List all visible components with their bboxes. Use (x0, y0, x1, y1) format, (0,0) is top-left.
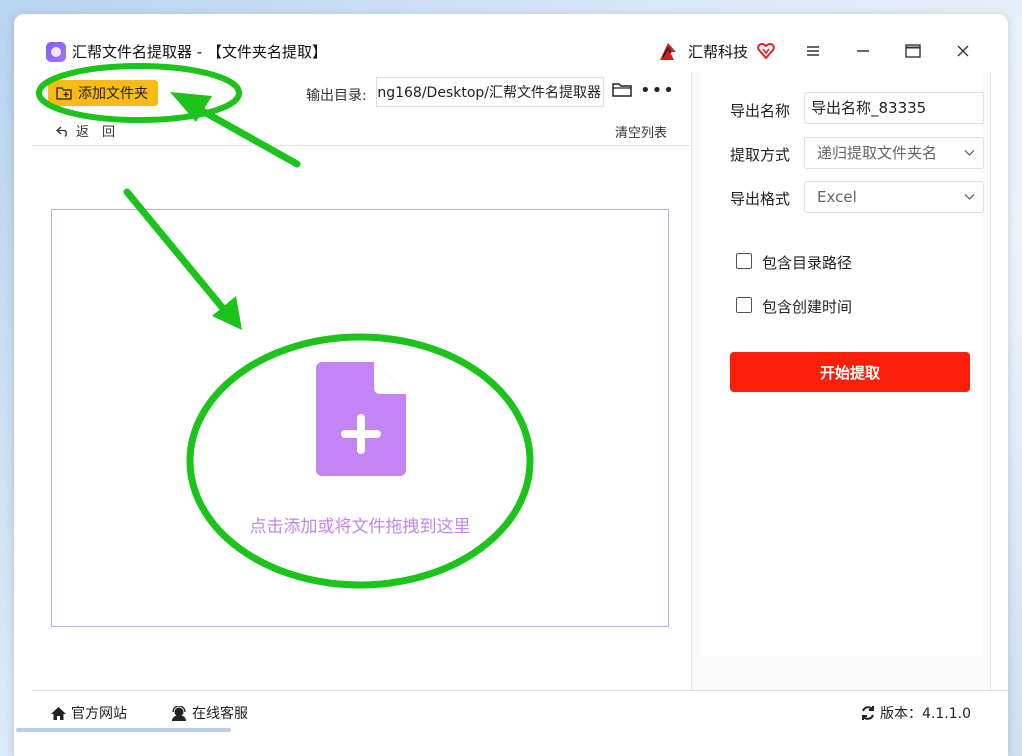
settings-panel: 导出名称 导出名称_83335 提取方式 递归提取文件夹名 导出格式 Excel… (691, 72, 991, 690)
output-dir-value: ang168/Desktop/汇帮文件名提取器 (376, 85, 601, 101)
service-label: 在线客服 (192, 706, 248, 722)
app-logo-icon (46, 42, 66, 62)
brand-logo-icon (660, 43, 676, 60)
headset-icon (172, 705, 186, 721)
version-info: 版本：4.1.1.0 (860, 703, 971, 723)
refresh-icon (862, 706, 874, 720)
include-path-label: 包含目录路径 (762, 254, 853, 272)
output-dir-field[interactable]: ang168/Desktop/汇帮文件名提取器 (376, 77, 604, 107)
version-label: 版本：4.1.1.0 (880, 706, 971, 722)
back-button[interactable]: 返 回 (56, 121, 115, 140)
export-format-select[interactable]: Excel (804, 181, 984, 213)
drop-hint: 点击添加或将文件拖拽到这里 (249, 517, 471, 537)
maximize-icon (905, 44, 921, 58)
app-window: 汇帮文件名提取器 - 【文件夹名提取】 汇帮科技 添加文件夹 输出目录: ang… (14, 14, 1008, 756)
extract-mode-select[interactable]: 递归提取文件夹名 (804, 137, 984, 169)
window-title: 汇帮文件名提取器 - 【文件夹名提取】 (72, 43, 327, 61)
folder-plus-icon (56, 87, 72, 100)
output-dir-label: 输出目录: (306, 88, 367, 104)
menu-button[interactable] (798, 36, 828, 66)
clear-list-button[interactable]: 清空列表 (615, 122, 667, 141)
extract-mode-value: 递归提取文件夹名 (817, 144, 938, 162)
website-link[interactable]: 官方网站 (50, 703, 127, 723)
export-format-value: Excel (817, 188, 857, 206)
include-path-checkbox[interactable] (736, 253, 752, 269)
file-drop-zone[interactable]: 点击添加或将文件拖拽到这里 (51, 209, 669, 627)
maximize-button[interactable] (898, 36, 928, 66)
minimize-button[interactable] (848, 36, 878, 66)
export-format-label: 导出格式 (730, 190, 791, 208)
taskbar-strip (16, 728, 231, 732)
close-icon (957, 45, 969, 57)
include-time-checkbox[interactable] (736, 297, 752, 313)
back-arrow-icon (56, 126, 67, 137)
browse-folder-icon[interactable] (612, 82, 632, 98)
more-options-icon[interactable]: ••• (640, 80, 675, 101)
vip-heart-icon[interactable] (756, 41, 776, 61)
extract-mode-label: 提取方式 (730, 146, 791, 164)
brand-name: 汇帮科技 (688, 43, 749, 61)
include-time-label: 包含创建时间 (762, 298, 853, 316)
start-extract-button[interactable]: 开始提取 (730, 352, 970, 392)
add-folder-label: 添加文件夹 (78, 86, 148, 102)
home-icon (51, 706, 66, 720)
online-service-link[interactable]: 在线客服 (170, 703, 248, 723)
hamburger-icon (807, 46, 819, 56)
website-label: 官方网站 (71, 706, 127, 722)
close-button[interactable] (948, 36, 978, 66)
minimize-icon (857, 50, 869, 52)
back-label: 返 回 (76, 125, 116, 140)
chevron-down-icon (964, 150, 975, 156)
add-folder-button[interactable]: 添加文件夹 (48, 80, 158, 106)
title-bar: 汇帮文件名提取器 - 【文件夹名提取】 汇帮科技 (14, 14, 1008, 72)
settings-panel-inner: 导出名称 导出名称_83335 提取方式 递归提取文件夹名 导出格式 Excel… (700, 72, 984, 656)
export-name-label: 导出名称 (730, 102, 791, 120)
export-name-input[interactable]: 导出名称_83335 (804, 92, 984, 124)
toolbar-divider (32, 145, 690, 146)
add-file-icon (316, 362, 406, 476)
chevron-down-icon (964, 194, 975, 200)
